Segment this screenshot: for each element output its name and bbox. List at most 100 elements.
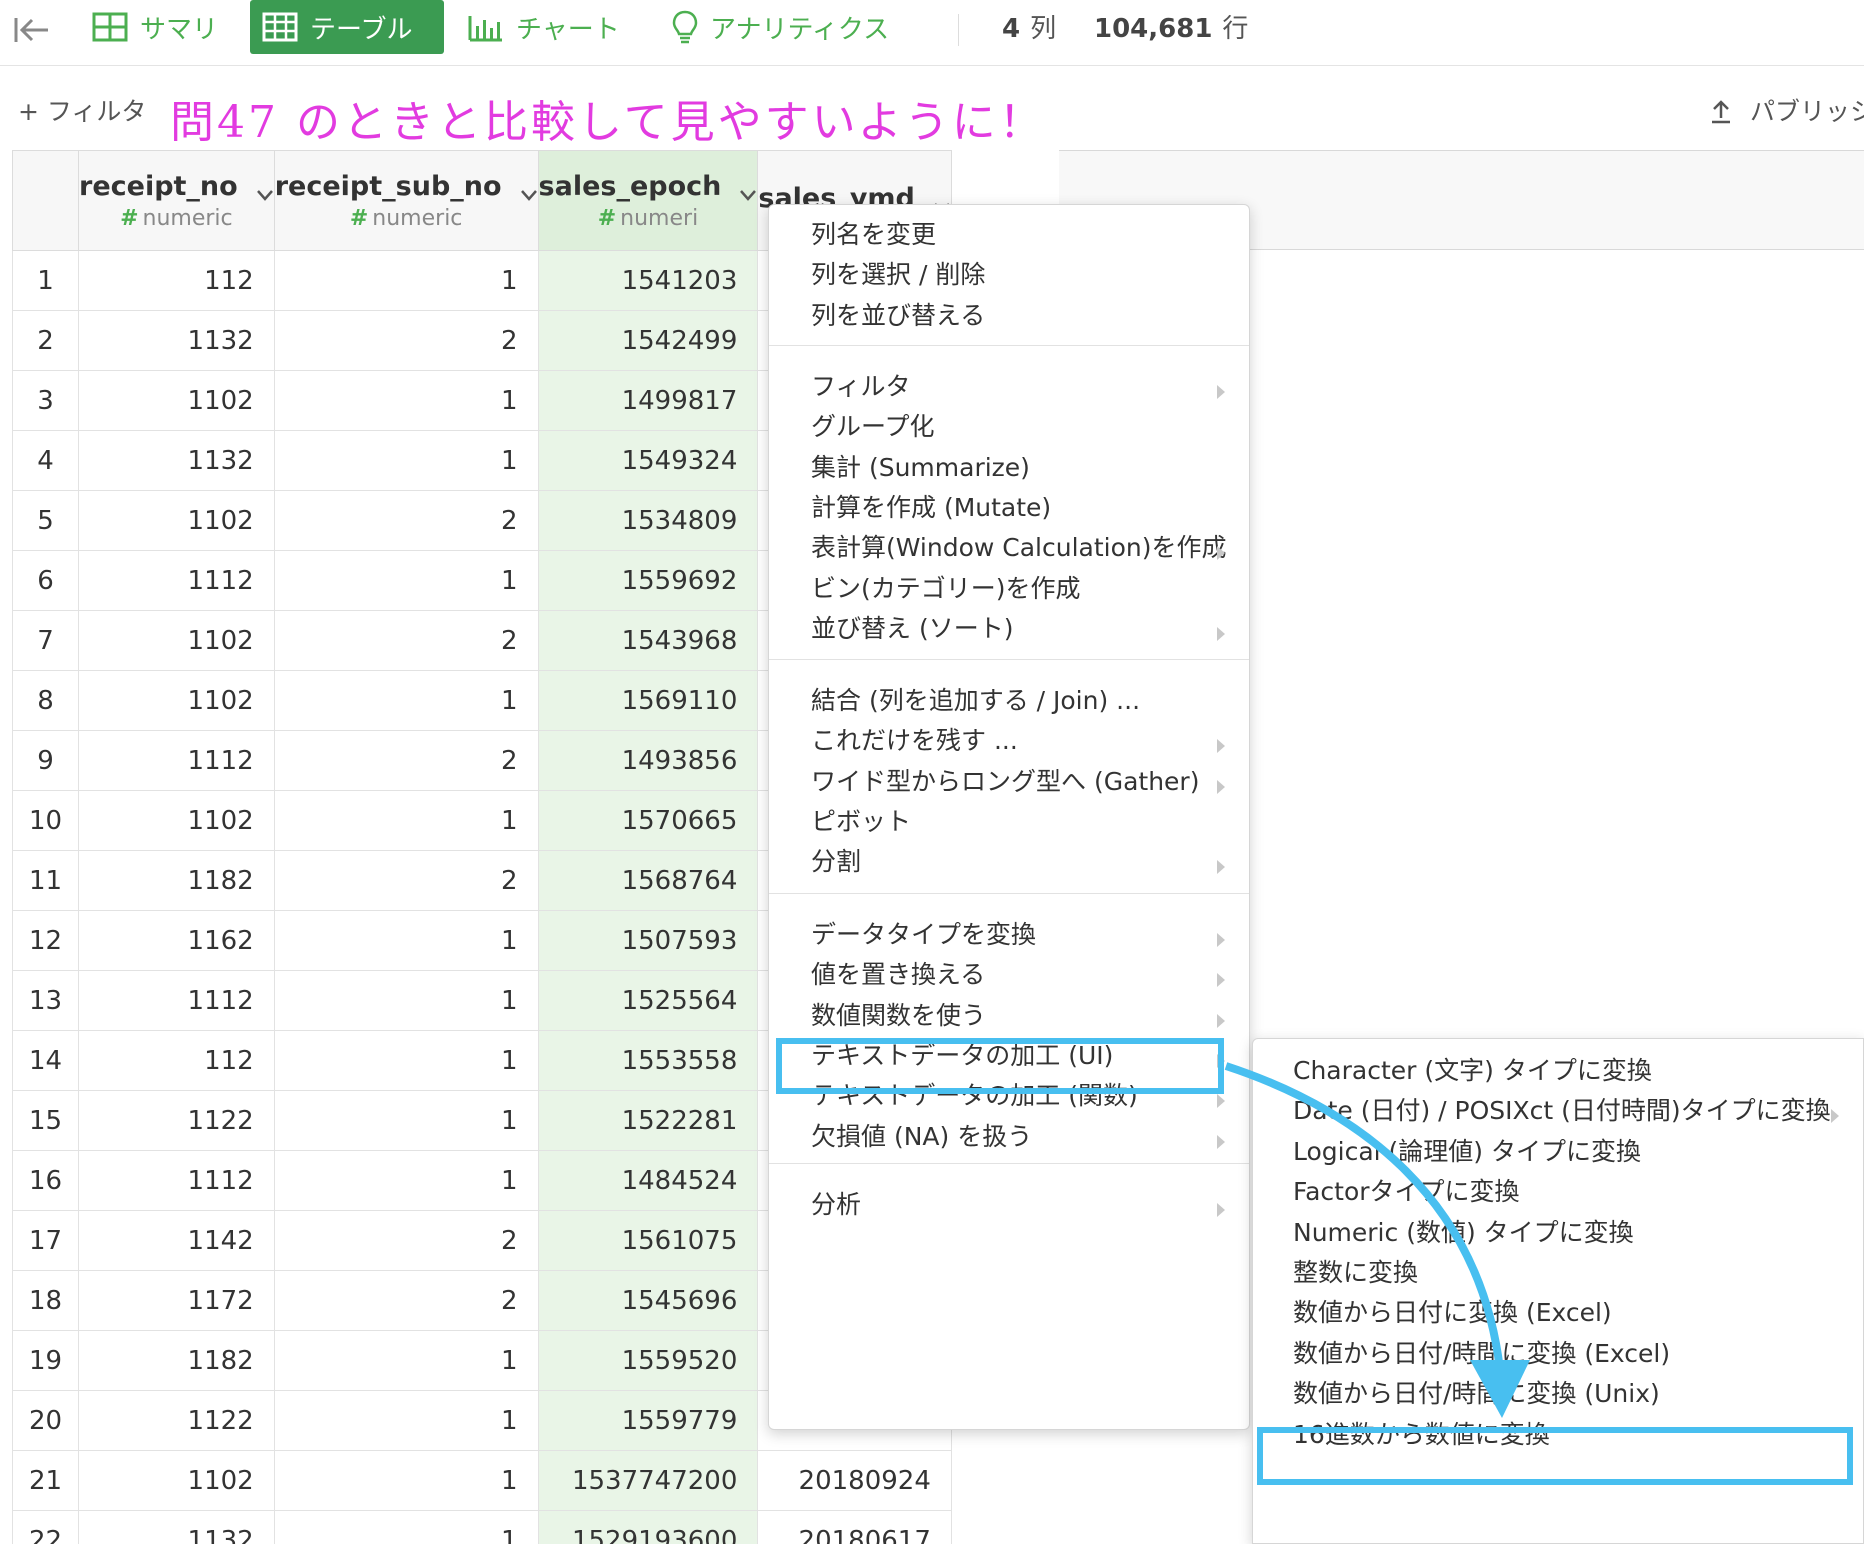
publish-button[interactable]: パブリッシ — [1710, 92, 1864, 128]
table-cell[interactable]: 2 — [273, 1210, 539, 1271]
table-cell[interactable]: 1132 — [78, 310, 275, 371]
table-cell[interactable]: 1559779 — [537, 1390, 759, 1451]
table-cell[interactable]: 1142 — [78, 1210, 275, 1271]
table-cell[interactable]: 1534809 — [537, 490, 759, 551]
table-cell[interactable]: 1162 — [78, 910, 275, 971]
column-header-receipt-no[interactable]: receipt_no # numeric — [78, 150, 275, 251]
table-cell[interactable]: 2 — [273, 730, 539, 791]
table-cell[interactable]: 1561075 — [537, 1210, 759, 1271]
table-cell[interactable]: 1 — [273, 1030, 539, 1091]
table-cell[interactable]: 1545696 — [537, 1270, 759, 1331]
menu-item[interactable]: グループ化 — [811, 403, 1231, 447]
menu-item[interactable]: ビン(カテゴリー)を作成 — [811, 565, 1231, 609]
table-cell[interactable]: 1537747200 — [537, 1450, 759, 1511]
table-cell[interactable]: 1529193600 — [537, 1510, 759, 1544]
table-cell[interactable]: 1522281 — [537, 1090, 759, 1151]
table-cell[interactable]: 1132 — [78, 1510, 275, 1544]
table-cell[interactable]: 1182 — [78, 1330, 275, 1391]
menu-item[interactable]: 表計算(Window Calculation)を作成 — [811, 524, 1231, 568]
table-cell[interactable]: 1484524 — [537, 1150, 759, 1211]
table-cell[interactable]: 20180924 — [757, 1450, 952, 1511]
tab-analytics[interactable]: アナリティクス — [660, 0, 901, 54]
table-cell[interactable]: 1542499 — [537, 310, 759, 371]
table-cell[interactable]: 1112 — [78, 550, 275, 611]
menu-item[interactable]: ワイド型からロング型へ (Gather) — [811, 758, 1231, 802]
table-cell[interactable]: 1102 — [78, 790, 275, 851]
table-cell[interactable]: 1543968 — [537, 610, 759, 671]
table-cell[interactable]: 1 — [273, 790, 539, 851]
table-cell[interactable]: 1541203 — [537, 250, 759, 311]
chevron-down-icon[interactable] — [256, 177, 274, 201]
menu-item[interactable]: 欠損値 (NA) を扱う — [811, 1113, 1231, 1157]
table-cell[interactable]: 1568764 — [537, 850, 759, 911]
table-cell[interactable]: 1172 — [78, 1270, 275, 1331]
tab-summary[interactable]: サマリ — [80, 0, 230, 54]
table-cell[interactable]: 1549324 — [537, 430, 759, 491]
table-cell[interactable]: 1102 — [78, 610, 275, 671]
table-cell[interactable]: 1 — [273, 910, 539, 971]
table-cell[interactable]: 1 — [273, 970, 539, 1031]
submenu-item[interactable]: Numeric (数値) タイプに変換 — [1293, 1209, 1845, 1253]
submenu-item[interactable]: 数値から日付に変換 (Excel) — [1293, 1289, 1845, 1333]
chevron-down-icon[interactable] — [739, 177, 757, 201]
table-cell[interactable]: 1112 — [78, 730, 275, 791]
table-cell[interactable]: 1 — [273, 1090, 539, 1151]
table-cell[interactable]: 1 — [273, 250, 539, 311]
table-cell[interactable]: 2 — [273, 610, 539, 671]
submenu-item[interactable]: 数値から日付/時間に変換 (Unix) — [1293, 1370, 1845, 1414]
table-cell[interactable]: 2 — [273, 850, 539, 911]
menu-item[interactable]: フィルタ — [811, 363, 1231, 407]
submenu-item[interactable]: Factorタイプに変換 — [1293, 1168, 1845, 1212]
table-cell[interactable]: 1569110 — [537, 670, 759, 731]
table-cell[interactable]: 1112 — [78, 970, 275, 1031]
menu-item[interactable]: データタイプを変換 — [811, 911, 1231, 955]
menu-item[interactable]: 集計 (Summarize) — [811, 444, 1231, 488]
table-cell[interactable]: 112 — [78, 1030, 275, 1091]
tab-chart[interactable]: チャート — [456, 0, 632, 54]
table-cell[interactable]: 1102 — [78, 490, 275, 551]
table-cell[interactable]: 2 — [273, 310, 539, 371]
table-cell[interactable]: 1112 — [78, 1150, 275, 1211]
menu-item[interactable]: 結合 (列を追加する / Join) ... — [811, 677, 1231, 721]
submenu-item[interactable]: Date (日付) / POSIXct (日付時間)タイプに変換 — [1293, 1087, 1845, 1131]
table-cell[interactable]: 1559520 — [537, 1330, 759, 1391]
table-cell[interactable]: 1559692 — [537, 550, 759, 611]
table-cell[interactable]: 1102 — [78, 670, 275, 731]
table-cell[interactable]: 1 — [273, 370, 539, 431]
table-cell[interactable]: 112 — [78, 250, 275, 311]
tab-table[interactable]: テーブル — [250, 0, 444, 54]
menu-item[interactable]: これだけを残す ... — [811, 717, 1231, 761]
table-cell[interactable]: 1499817 — [537, 370, 759, 431]
column-header-receipt-sub-no[interactable]: receipt_sub_no # numeric — [273, 150, 539, 251]
chevron-down-icon[interactable] — [520, 177, 538, 201]
table-cell[interactable]: 1553558 — [537, 1030, 759, 1091]
table-cell[interactable]: 2 — [273, 1270, 539, 1331]
table-cell[interactable]: 1 — [273, 1150, 539, 1211]
menu-item[interactable]: 分析 — [811, 1181, 1231, 1225]
table-cell[interactable]: 1 — [273, 430, 539, 491]
menu-item[interactable]: 列名を変更 — [811, 211, 1231, 255]
table-cell[interactable]: 1507593 — [537, 910, 759, 971]
table-cell[interactable]: 1 — [273, 1330, 539, 1391]
table-cell[interactable]: 1 — [273, 1450, 539, 1511]
table-cell[interactable]: 2 — [273, 490, 539, 551]
menu-item[interactable]: 分割 — [811, 838, 1231, 882]
table-cell[interactable]: 1 — [273, 1390, 539, 1451]
menu-item[interactable]: 数値関数を使う — [811, 992, 1231, 1036]
menu-item[interactable]: 計算を作成 (Mutate) — [811, 484, 1231, 528]
table-cell[interactable]: 1525564 — [537, 970, 759, 1031]
table-cell[interactable]: 1 — [273, 670, 539, 731]
table-cell[interactable]: 1102 — [78, 1450, 275, 1511]
table-cell[interactable]: 20180617 — [757, 1510, 952, 1544]
table-cell[interactable]: 1122 — [78, 1090, 275, 1151]
table-cell[interactable]: 1 — [273, 550, 539, 611]
menu-item[interactable]: ピボット — [811, 798, 1231, 842]
table-cell[interactable]: 1570665 — [537, 790, 759, 851]
table-cell[interactable]: 1132 — [78, 430, 275, 491]
table-cell[interactable]: 1493856 — [537, 730, 759, 791]
submenu-item[interactable]: 数値から日付/時間に変換 (Excel) — [1293, 1330, 1845, 1374]
column-header-sales-epoch[interactable]: sales_epoch # numeri — [537, 150, 759, 251]
submenu-item[interactable]: Logical (論理値) タイプに変換 — [1293, 1128, 1845, 1172]
add-filter-button[interactable]: + フィルタ — [18, 92, 146, 128]
table-cell[interactable]: 1 — [273, 1510, 539, 1544]
